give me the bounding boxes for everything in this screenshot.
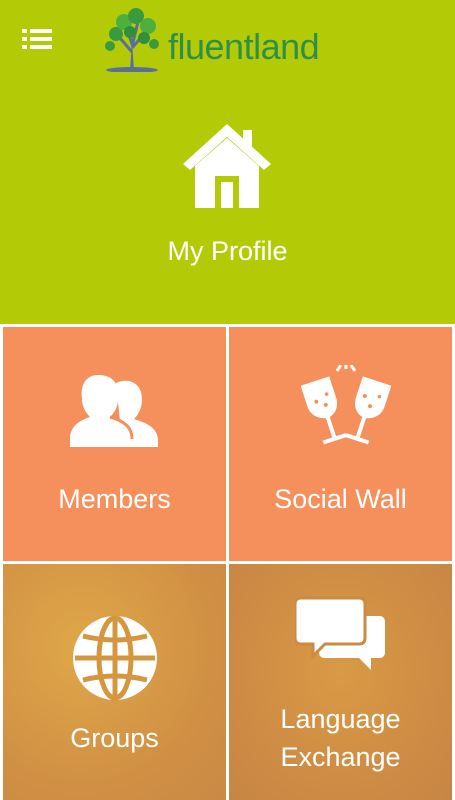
users-icon — [70, 375, 158, 447]
home-icon — [183, 124, 271, 208]
list-menu-icon — [22, 29, 52, 49]
tile-members[interactable]: Members — [3, 327, 226, 561]
tree-icon — [105, 8, 159, 72]
tile-social-wall[interactable]: Social Wall — [229, 327, 452, 561]
members-label: Members — [58, 484, 171, 514]
language-exchange-label-line1: Language — [280, 704, 401, 734]
champagne-toast-icon — [301, 365, 391, 445]
language-exchange-label-line2: Exchange — [280, 742, 401, 772]
tile-groups[interactable]: Groups — [3, 564, 226, 800]
language-exchange-label: Language Exchange — [229, 700, 452, 776]
groups-label: Groups — [70, 723, 159, 753]
globe-icon — [73, 615, 157, 701]
chat-bubbles-icon — [295, 596, 385, 670]
social-wall-label: Social Wall — [274, 484, 407, 514]
logo: fluentland — [102, 8, 362, 74]
menu-button[interactable] — [22, 27, 56, 51]
tile-language-exchange[interactable]: Language Exchange — [229, 564, 452, 800]
my-profile-label: My Profile — [167, 236, 288, 266]
logo-text: fluentland — [168, 26, 320, 67]
